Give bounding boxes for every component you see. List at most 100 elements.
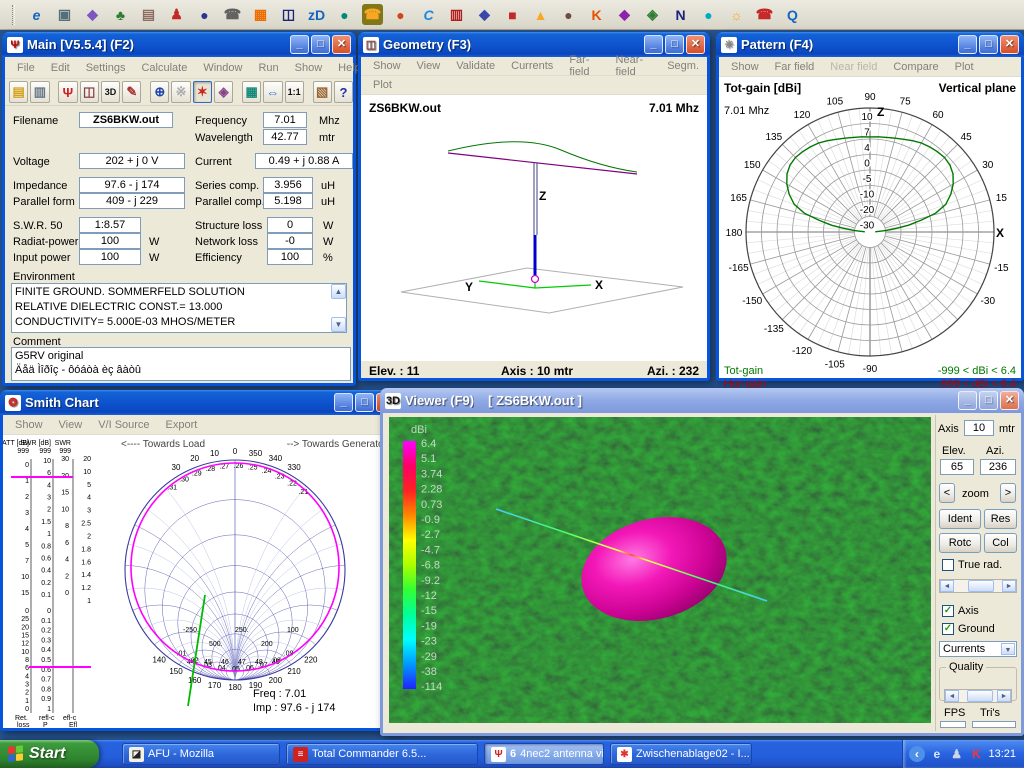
toolbar-button-8[interactable]: ✶ xyxy=(192,81,212,103)
quicklaunch-icon[interactable]: ● xyxy=(698,4,719,25)
scroll-up-button[interactable]: ▲ xyxy=(331,284,346,299)
quicklaunch-icon[interactable]: ☎ xyxy=(362,4,383,25)
quicklaunch-icon[interactable]: ▦ xyxy=(250,4,271,25)
quicklaunch-icon[interactable]: ▣ xyxy=(54,4,75,25)
field-filename-value[interactable]: ZS6BKW.out xyxy=(79,112,173,128)
field-wavelength-value[interactable]: 42.77 xyxy=(263,129,307,145)
field-parallel-form-value[interactable]: 409 - j 229 xyxy=(79,193,185,209)
slider-left-arrow[interactable]: ◄ xyxy=(940,580,954,592)
toolbar-button-4[interactable]: 3D xyxy=(100,81,121,103)
field-input-value[interactable]: 100 xyxy=(79,249,141,265)
quicklaunch-icon[interactable]: ☎ xyxy=(222,4,243,25)
titlebar-3d-viewer[interactable]: 3D Viewer (F9) [ ZS6BKW.out ] _ □ ✕ xyxy=(380,388,1024,413)
quicklaunch-icon[interactable]: ♟ xyxy=(166,4,187,25)
quicklaunch-icon[interactable]: ▥ xyxy=(446,4,467,25)
titlebar-main[interactable]: Ψ Main [V5.5.4] (F2) _ □ ✕ xyxy=(2,32,356,57)
menu-item-show[interactable]: Show xyxy=(287,60,331,76)
quicklaunch-icon[interactable]: ♣ xyxy=(110,4,131,25)
3d-scene[interactable]: dBi 6.4 5.1 3.74 2.28 0.73 -0.9 -2.7 -4.7 -6.8 -9.… xyxy=(389,417,931,723)
menu-item-calculate[interactable]: Calculate xyxy=(133,60,195,76)
field-series-value[interactable]: 3.956 xyxy=(263,177,313,193)
quicklaunch-icon[interactable]: ◫ xyxy=(278,4,299,25)
close-button[interactable]: ✕ xyxy=(1000,391,1019,410)
close-button[interactable]: ✕ xyxy=(686,35,705,54)
toolbar-button-12[interactable]: 1:1 xyxy=(284,81,304,103)
quicklaunch-icon[interactable]: ◆ xyxy=(614,4,635,25)
quicklaunch-icon[interactable]: ◈ xyxy=(642,4,663,25)
environment-listbox[interactable]: FINITE GROUND. SOMMERFELD SOLUTION RELATI… xyxy=(11,283,347,333)
taskbar-task-zwischenablage02-i-[interactable]: ✱ Zwischenablage02 - I... xyxy=(610,743,752,765)
taskbar-task-afu-mozilla[interactable]: ◪ AFU - Mozilla xyxy=(122,743,280,765)
menu-item-window[interactable]: Window xyxy=(195,60,250,76)
toolbar-button-3[interactable]: ◫ xyxy=(79,81,99,103)
field-efficiency-value[interactable]: 100 xyxy=(267,249,313,265)
dropdown-arrow-icon[interactable]: ▼ xyxy=(1001,643,1015,655)
quicklaunch-icon[interactable]: ● xyxy=(558,4,579,25)
field-voltage-value[interactable]: 202 + j 0 V xyxy=(79,153,185,169)
true-rad-checkbox[interactable]: True rad. xyxy=(942,559,1002,571)
menu-item-show[interactable]: Show xyxy=(7,417,51,433)
field-network-value[interactable]: -0 xyxy=(267,233,313,249)
titlebar-smith[interactable]: ❂ Smith Chart _ □ ✕ xyxy=(0,390,400,415)
menu-item-settings[interactable]: Settings xyxy=(78,60,134,76)
toolbar-button-10[interactable]: ▦ xyxy=(241,81,262,103)
menu-item-near-field[interactable]: Near field xyxy=(822,59,885,75)
currents-dropdown[interactable]: Currents ▼ xyxy=(939,641,1017,657)
maximize-button[interactable]: □ xyxy=(979,391,998,410)
slider-thumb[interactable] xyxy=(966,690,993,702)
menu-item-show[interactable]: Show xyxy=(723,59,767,75)
minimize-button[interactable]: _ xyxy=(958,35,977,54)
quicklaunch-icon[interactable]: ▤ xyxy=(138,4,159,25)
toolbar-button-5[interactable]: ✎ xyxy=(122,81,142,103)
menu-item-v-i-source[interactable]: V/I Source xyxy=(90,417,157,433)
menu-item-far-field[interactable]: Far field xyxy=(767,59,823,75)
scroll-down-button[interactable]: ▼ xyxy=(331,317,346,332)
quicklaunch-icon[interactable]: ◆ xyxy=(474,4,495,25)
menu-item-validate[interactable]: Validate xyxy=(448,58,503,74)
zoom-out-button[interactable]: < xyxy=(939,483,955,503)
quality-slider[interactable]: ◄ ► xyxy=(944,689,1012,703)
taskbar-task-4nec2-antenna-vi-[interactable]: Ψ64nec2 antenna vi...▼ xyxy=(484,743,604,765)
quicklaunch-icon[interactable]: K xyxy=(586,4,607,25)
maximize-button[interactable]: □ xyxy=(311,35,330,54)
quicklaunch-icon[interactable]: zD xyxy=(306,4,327,25)
quicklaunch-icon[interactable]: ● xyxy=(334,4,355,25)
field-radiat-value[interactable]: 100 xyxy=(79,233,141,249)
toolbar-button-9[interactable]: ◈ xyxy=(213,81,234,103)
ground-checkbox[interactable]: ✓ Ground xyxy=(942,623,995,635)
toolbar-grip[interactable] xyxy=(12,4,15,25)
toolbar-button-13[interactable]: ▧ xyxy=(312,81,332,103)
rotc-button[interactable]: Rotc xyxy=(939,533,981,553)
menu-item-plot[interactable]: Plot xyxy=(947,59,982,75)
menu-item-view[interactable]: View xyxy=(51,417,91,433)
field-structure-value[interactable]: 0 xyxy=(267,217,313,233)
zoom-in-button[interactable]: > xyxy=(1000,483,1016,503)
quicklaunch-icon[interactable]: e xyxy=(26,4,47,25)
field-swr-value[interactable]: 1:8.57 xyxy=(79,217,141,233)
close-button[interactable]: ✕ xyxy=(1000,35,1019,54)
axis-checkbox[interactable]: ✓ Axis xyxy=(942,605,979,617)
elevation-field[interactable]: 65 xyxy=(940,459,974,475)
toolbar-button-7[interactable]: ※ xyxy=(171,81,191,103)
toolbar-button-11[interactable]: ⇔ xyxy=(263,81,283,103)
slider-left-arrow[interactable]: ◄ xyxy=(945,690,959,702)
toolbar-button-0[interactable]: ▤ xyxy=(9,81,29,103)
maximize-button[interactable]: □ xyxy=(665,35,684,54)
ident-button[interactable]: Ident xyxy=(939,509,981,529)
quicklaunch-icon[interactable]: N xyxy=(670,4,691,25)
field-current-value[interactable]: 0.49 + j 0.88 A xyxy=(255,153,353,169)
quicklaunch-icon[interactable]: ● xyxy=(194,4,215,25)
slider-track[interactable] xyxy=(959,690,997,702)
axis-length-field[interactable]: 10 xyxy=(964,420,994,436)
col-button[interactable]: Col xyxy=(984,533,1017,553)
quicklaunch-icon[interactable]: ● xyxy=(390,4,411,25)
quicklaunch-icon[interactable]: ☼ xyxy=(726,4,747,25)
tray-icon[interactable]: ‹ xyxy=(909,746,925,762)
tray-icon[interactable]: K xyxy=(969,746,985,762)
tray-icon[interactable]: e xyxy=(929,746,945,762)
slider-thumb[interactable] xyxy=(968,580,995,592)
field-impedance-value[interactable]: 97.6 - j 174 xyxy=(79,177,185,193)
minimize-button[interactable]: _ xyxy=(290,35,309,54)
field-frequency-value[interactable]: 7.01 xyxy=(263,112,307,128)
maximize-button[interactable]: □ xyxy=(355,393,374,412)
